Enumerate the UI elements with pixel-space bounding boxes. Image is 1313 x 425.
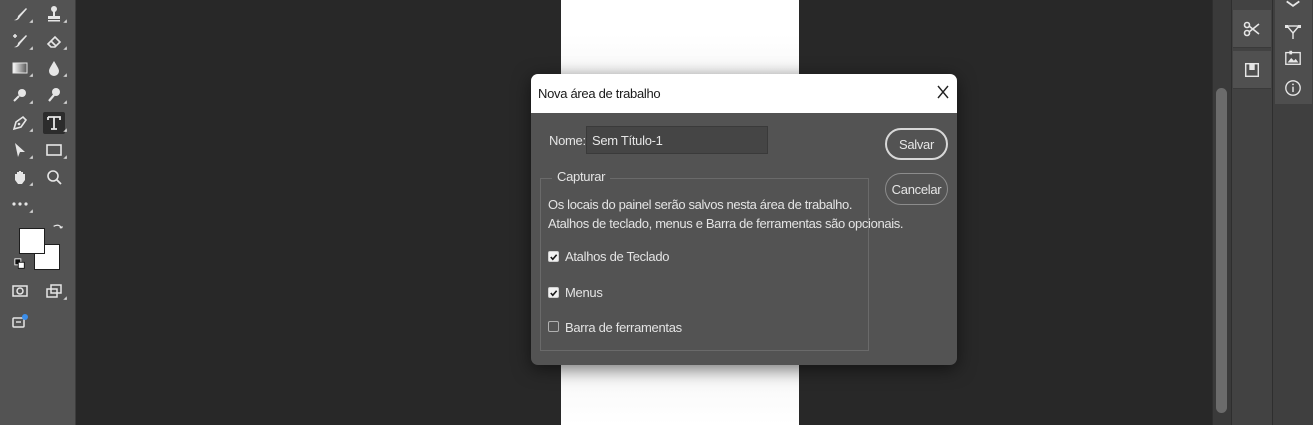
hand-icon[interactable] — [9, 166, 33, 188]
paths-icon[interactable] — [1282, 20, 1304, 42]
name-input[interactable] — [586, 126, 768, 154]
capture-description-line1: Os locais do painel serão salvos nesta á… — [548, 197, 853, 212]
blur-drop-icon[interactable] — [43, 57, 67, 79]
menus-label[interactable]: Menus — [565, 285, 603, 300]
cancel-button[interactable]: Cancelar — [885, 173, 948, 205]
type-icon[interactable] — [43, 112, 67, 134]
more-tools-icon[interactable] — [9, 193, 33, 215]
dodge-icon[interactable] — [9, 84, 33, 106]
capture-legend: Capturar — [552, 169, 611, 184]
rectangle-icon[interactable] — [43, 139, 67, 161]
path-selection-icon[interactable] — [9, 139, 33, 161]
close-icon[interactable] — [934, 83, 952, 101]
scrollbar-thumb[interactable] — [1216, 88, 1227, 413]
info-icon[interactable] — [1282, 77, 1304, 99]
zoom-icon[interactable] — [43, 166, 65, 188]
gradient-icon[interactable] — [9, 57, 33, 79]
screen-mode-icon[interactable] — [43, 280, 67, 302]
artboard-icon[interactable] — [1233, 51, 1271, 89]
toolbar-checkbox[interactable] — [548, 321, 559, 332]
keyboard-shortcuts-label[interactable]: Atalhos de Teclado — [565, 249, 670, 264]
foreground-color-swatch[interactable] — [19, 228, 45, 254]
default-colors-icon[interactable] — [13, 257, 27, 271]
panel-dock-collapsed — [1231, 0, 1272, 425]
eraser-icon[interactable] — [43, 30, 67, 52]
name-label: Nome: — [549, 133, 586, 148]
quick-mask-icon[interactable] — [9, 280, 31, 302]
toolbar-label[interactable]: Barra de ferramentas — [565, 320, 682, 335]
panel-dock-icons — [1272, 0, 1313, 425]
pen-icon[interactable] — [9, 112, 33, 134]
clone-stamp-icon[interactable] — [43, 3, 67, 25]
layers-icon[interactable] — [1282, 0, 1304, 16]
history-brush-icon[interactable] — [9, 30, 33, 52]
content-credentials-icon[interactable] — [9, 310, 31, 332]
capture-description-line2: Atalhos de teclado, menus e Barra de fer… — [548, 216, 904, 231]
vertical-scrollbar[interactable] — [1212, 0, 1231, 425]
dialog-title: Nova área de trabalho — [538, 86, 661, 101]
dialog-titlebar: Nova área de trabalho — [531, 74, 957, 113]
swap-colors-icon[interactable] — [50, 221, 66, 237]
image-icon[interactable] — [1282, 47, 1304, 69]
menus-checkbox[interactable] — [548, 287, 559, 298]
save-button[interactable]: Salvar — [885, 128, 948, 160]
scissors-icon[interactable] — [1233, 10, 1271, 48]
keyboard-shortcuts-checkbox[interactable] — [548, 251, 559, 262]
tools-panel — [0, 0, 76, 425]
brush-icon[interactable] — [9, 3, 33, 25]
zoom-dodge-icon[interactable] — [43, 84, 67, 106]
